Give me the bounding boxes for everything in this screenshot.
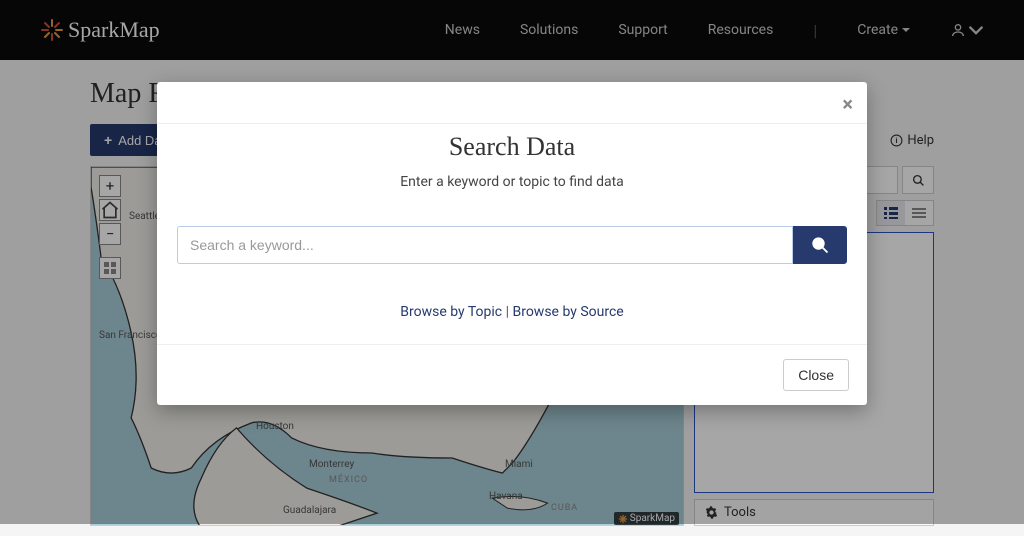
close-icon[interactable]: × — [842, 92, 853, 116]
modal-title: Search Data — [177, 132, 847, 162]
browse-by-topic-link[interactable]: Browse by Topic — [400, 304, 502, 320]
search-data-modal: × Search Data Enter a keyword or topic t… — [157, 82, 867, 405]
search-submit-button[interactable] — [793, 226, 847, 264]
browse-links: Browse by Topic | Browse by Source — [177, 304, 847, 320]
search-input[interactable] — [177, 226, 793, 264]
close-button[interactable]: Close — [783, 359, 849, 391]
modal-overlay: × Search Data Enter a keyword or topic t… — [0, 0, 1024, 524]
browse-by-source-link[interactable]: Browse by Source — [512, 304, 623, 320]
modal-subtitle: Enter a keyword or topic to find data — [177, 174, 847, 190]
